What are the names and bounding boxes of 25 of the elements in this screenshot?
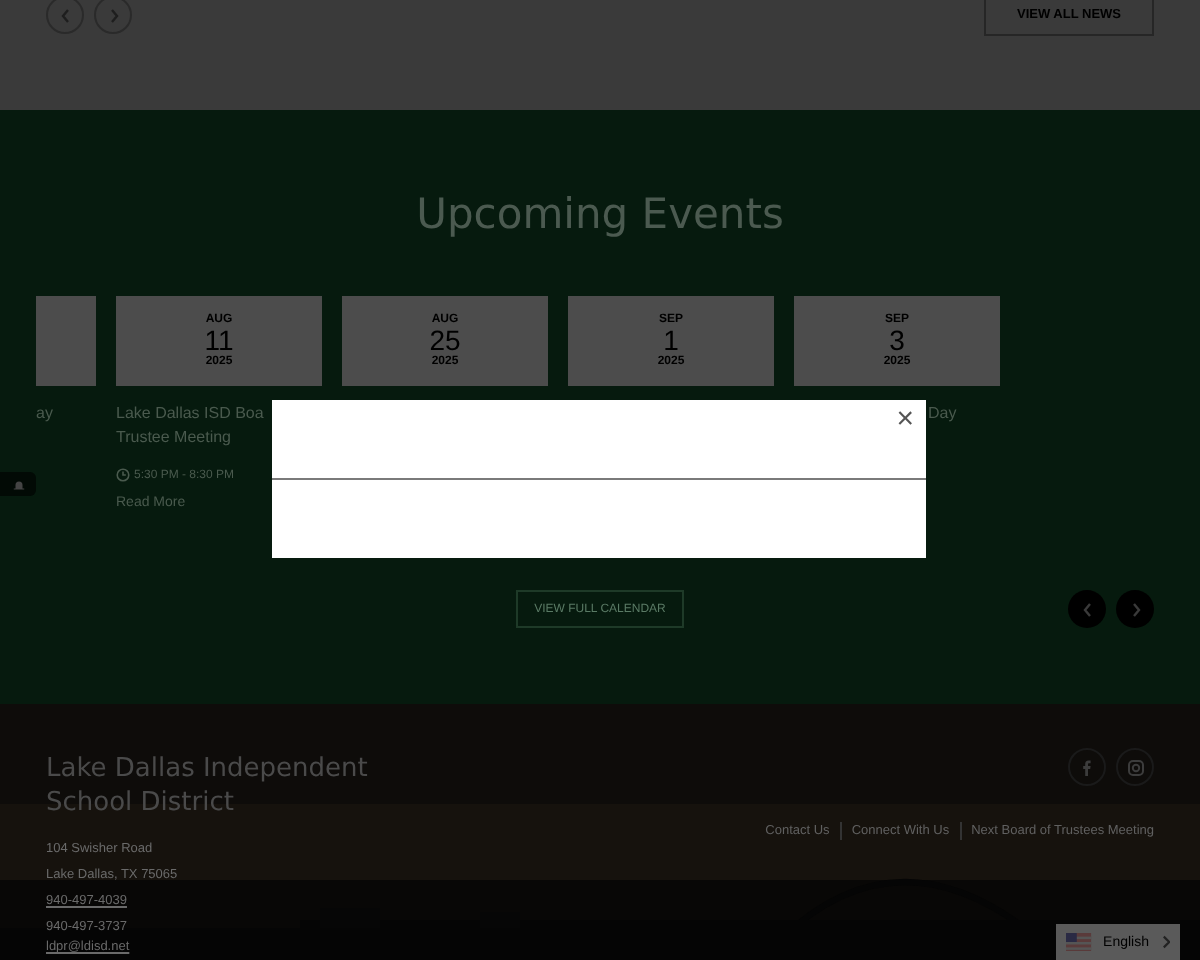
instagram-button[interactable] <box>1116 748 1154 786</box>
instagram-icon <box>1127 759 1143 775</box>
event-date-card[interactable] <box>36 296 96 386</box>
event-title[interactable]: ay <box>36 402 53 426</box>
district-name: Lake Dallas Independent School District <box>46 752 370 820</box>
flag-icon <box>1066 932 1092 952</box>
chevron-right-icon <box>1129 601 1141 617</box>
bell-icon <box>11 477 25 491</box>
next-button[interactable] <box>1116 590 1154 628</box>
facebook-icon <box>1082 759 1092 775</box>
facebook-button[interactable] <box>1068 748 1106 786</box>
close-button[interactable]: × <box>892 404 918 436</box>
chevron-left-icon <box>1081 601 1093 617</box>
event-title[interactable]: Trustee Meeting <box>116 426 232 450</box>
chevron-right-icon <box>107 7 119 23</box>
event-title[interactable]: Day <box>928 402 957 426</box>
previous-button[interactable] <box>1068 590 1106 628</box>
notification-button[interactable] <box>0 472 36 496</box>
chevron-right-icon <box>1161 934 1170 950</box>
chevron-left-icon <box>59 7 71 23</box>
section-title: Upcoming Events <box>414 190 786 240</box>
event-title[interactable]: Lake Dallas ISD Boa <box>116 402 264 426</box>
previous-button[interactable] <box>46 0 84 34</box>
next-button[interactable] <box>94 0 132 34</box>
clock-icon <box>116 468 130 482</box>
